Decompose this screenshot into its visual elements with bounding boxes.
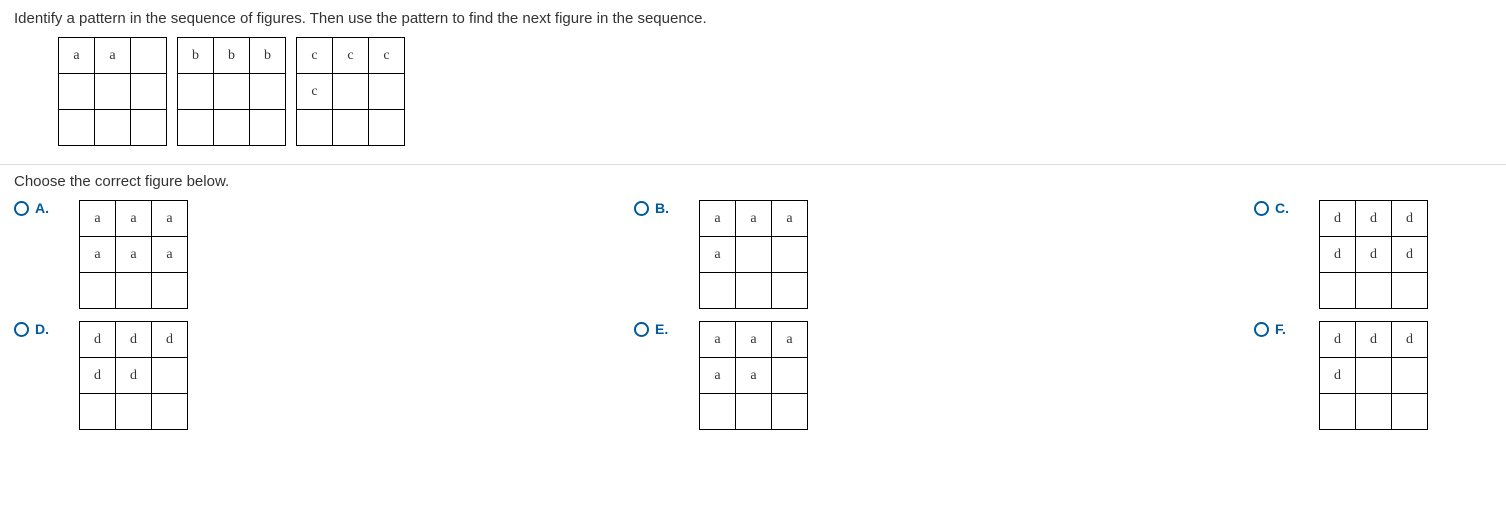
radio-a[interactable] (14, 201, 29, 216)
option-f-label: F. (1275, 321, 1295, 337)
option-b-label: B. (655, 200, 675, 216)
option-c[interactable]: C. ddd ddd (1254, 200, 1474, 309)
options-wrap: A. aaa aaa B. aaa a C. ddd ddd (0, 200, 1506, 430)
radio-d[interactable] (14, 322, 29, 337)
option-a-grid: aaa aaa (79, 200, 188, 309)
option-f[interactable]: F. ddd d (1254, 321, 1474, 430)
seq-fig-2: bbb (177, 37, 286, 146)
option-d-label: D. (35, 321, 55, 337)
option-e-label: E. (655, 321, 675, 337)
option-c-grid: ddd ddd (1319, 200, 1428, 309)
sequence-row: aa bbb ccc c (58, 37, 1492, 146)
option-e-grid: aaa aa (699, 321, 808, 430)
radio-f[interactable] (1254, 322, 1269, 337)
option-c-label: C. (1275, 200, 1295, 216)
answer-prompt: Choose the correct figure below. (0, 173, 1506, 200)
radio-e[interactable] (634, 322, 649, 337)
seq-fig-3: ccc c (296, 37, 405, 146)
option-e[interactable]: E. aaa aa (634, 321, 1254, 430)
option-f-grid: ddd d (1319, 321, 1428, 430)
question-text: Identify a pattern in the sequence of fi… (14, 10, 1492, 27)
radio-c[interactable] (1254, 201, 1269, 216)
option-d[interactable]: D. ddd dd (14, 321, 634, 430)
radio-b[interactable] (634, 201, 649, 216)
option-b[interactable]: B. aaa a (634, 200, 1254, 309)
question-stem: Identify a pattern in the sequence of fi… (0, 10, 1506, 160)
option-a-label: A. (35, 200, 55, 216)
option-a[interactable]: A. aaa aaa (14, 200, 634, 309)
separator (0, 164, 1506, 165)
option-d-grid: ddd dd (79, 321, 188, 430)
options-row-1: A. aaa aaa B. aaa a C. ddd ddd (14, 200, 1492, 309)
options-row-2: D. ddd dd E. aaa aa F. ddd d (14, 321, 1492, 430)
option-b-grid: aaa a (699, 200, 808, 309)
seq-fig-1: aa (58, 37, 167, 146)
